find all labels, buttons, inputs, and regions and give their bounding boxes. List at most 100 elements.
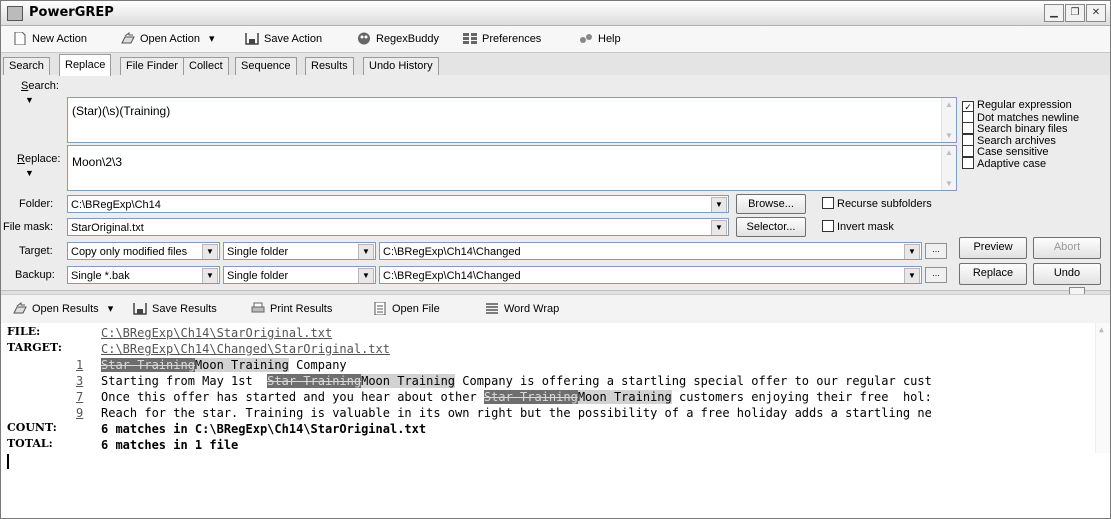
regexbuddy-button[interactable]: RegexBuddy	[357, 31, 439, 47]
count-label: COUNT:	[7, 421, 57, 434]
option-label: Adaptive case	[977, 157, 1047, 170]
line-text: Company	[288, 358, 347, 372]
line-number-link[interactable]: 3	[76, 373, 83, 389]
help-button[interactable]: Help	[579, 31, 621, 47]
preview-button[interactable]: Preview	[959, 237, 1027, 259]
print-results-label: Print Results	[270, 303, 333, 315]
replace-history-dropdown-icon[interactable]: ▼	[25, 168, 34, 178]
target-browse-button[interactable]: ...	[925, 243, 947, 259]
selector-button[interactable]: Selector...	[736, 217, 806, 237]
tab-results[interactable]: Results	[305, 57, 354, 75]
folder-label: Folder:	[19, 198, 54, 210]
result-line: Star TrainingMoon Training Company	[101, 357, 347, 373]
results-scrollbar[interactable]: ▲	[1095, 323, 1110, 453]
tab-collect[interactable]: Collect	[183, 57, 229, 75]
chevron-down-icon[interactable]: ▾	[209, 33, 215, 45]
save-icon	[133, 303, 147, 315]
search-history-dropdown-icon[interactable]: ▼	[25, 95, 34, 105]
replace-button[interactable]: Replace	[959, 263, 1027, 285]
file-path-link[interactable]: C:\BRegExp\Ch14\StarOriginal.txt	[101, 325, 332, 341]
save-action-button[interactable]: Save Action	[245, 31, 322, 47]
chevron-down-icon[interactable]: ▼	[904, 244, 920, 259]
search-scrollbar[interactable]: ▲ ▼	[941, 98, 956, 142]
folder-input[interactable]: C:\BRegExp\Ch14 ▼	[67, 195, 729, 213]
chevron-down-icon[interactable]: ▼	[202, 244, 218, 259]
tab-search[interactable]: Search	[3, 57, 50, 75]
open-action-button[interactable]: Open Action ▾	[121, 31, 215, 47]
results-pane[interactable]: FILE: C:\BRegExp\Ch14\StarOriginal.txt T…	[1, 323, 1110, 518]
backup-browse-button[interactable]: ...	[925, 267, 947, 283]
deleted-match: Star Training	[483, 390, 578, 404]
backup-path-value: C:\BRegExp\Ch14\Changed	[383, 270, 521, 282]
minimize-icon[interactable]: ▁	[1044, 4, 1064, 22]
line-text: Starting from May 1st	[101, 374, 268, 388]
checkbox-box	[962, 110, 974, 123]
chevron-down-icon[interactable]: ▾	[108, 303, 114, 315]
text-cursor	[7, 454, 9, 469]
target-folder-type-value: Single folder	[227, 246, 289, 258]
open-file-button[interactable]: Open File	[373, 301, 440, 317]
line-number-link[interactable]: 9	[76, 405, 83, 421]
backup-mode-select[interactable]: Single *.bak ▼	[67, 266, 220, 284]
checkbox-box	[962, 133, 974, 146]
replace-scrollbar[interactable]: ▲ ▼	[941, 146, 956, 190]
line-text: Company is offering a startling special …	[455, 374, 932, 388]
new-action-button[interactable]: New Action	[13, 31, 87, 47]
preferences-button[interactable]: Preferences	[463, 31, 541, 47]
save-action-label: Save Action	[264, 33, 323, 45]
option-checkbox[interactable]: Adaptive case	[962, 156, 1047, 170]
recurse-subfolders-label: Recurse subfolders	[837, 198, 932, 210]
print-results-button[interactable]: Print Results	[251, 301, 332, 317]
line-number-link[interactable]: 1	[76, 357, 83, 373]
invert-mask-label: Invert mask	[837, 221, 894, 233]
option-label: Regular expression	[977, 99, 1072, 111]
open-action-label: Open Action	[140, 33, 200, 45]
save-icon	[245, 33, 259, 45]
file-icon	[374, 302, 386, 315]
tab-sequence[interactable]: Sequence	[235, 57, 297, 75]
replace-text: Moon\2\3	[72, 155, 123, 169]
chevron-down-icon[interactable]: ▼	[358, 268, 374, 283]
result-line: Starting from May 1st Star TrainingMoon …	[101, 373, 932, 389]
invert-mask-checkbox[interactable]: Invert mask	[822, 220, 894, 233]
open-arrow-icon	[121, 32, 135, 44]
undo-button[interactable]: Undo	[1033, 263, 1101, 285]
restore-icon[interactable]: ❐	[1065, 4, 1085, 22]
open-results-button[interactable]: Open Results ▾	[13, 301, 113, 317]
tab-undo-history[interactable]: Undo History	[363, 57, 439, 75]
replacement-text: Moon Training	[577, 390, 672, 404]
search-input[interactable]: (Star)(\s)(Training) ▲ ▼	[67, 97, 957, 143]
tab-file-finder[interactable]: File Finder	[120, 57, 184, 75]
word-wrap-button[interactable]: Word Wrap	[485, 301, 559, 317]
abort-button[interactable]: Abort	[1033, 237, 1101, 259]
file-label: FILE:	[7, 325, 41, 338]
tab-strip: Search Replace File Finder Collect Seque…	[1, 53, 1110, 76]
app-icon	[7, 6, 23, 21]
tab-replace[interactable]: Replace	[59, 54, 112, 76]
replace-input[interactable]: Moon\2\3 ▲ ▼	[67, 145, 957, 191]
chevron-down-icon[interactable]: ▼	[711, 220, 727, 235]
line-number-link[interactable]: 7	[76, 389, 83, 405]
browse-button[interactable]: Browse...	[736, 194, 806, 214]
app-window: PowerGREP ▁ ❐ ✕ New Action Open Action ▾…	[0, 0, 1111, 519]
count-text: 6 matches in C:\BRegExp\Ch14\StarOrigina…	[101, 422, 427, 436]
file-mask-input[interactable]: StarOriginal.txt ▼	[67, 218, 729, 236]
target-folder-type-select[interactable]: Single folder ▼	[223, 242, 376, 260]
chevron-down-icon[interactable]: ▼	[904, 268, 920, 283]
target-path-input[interactable]: C:\BRegExp\Ch14\Changed ▼	[379, 242, 922, 260]
chevron-down-icon[interactable]: ▼	[202, 268, 218, 283]
save-results-button[interactable]: Save Results	[133, 301, 217, 317]
chevron-down-icon[interactable]: ▼	[711, 197, 727, 212]
preferences-icon	[463, 33, 477, 44]
backup-folder-type-select[interactable]: Single folder ▼	[223, 266, 376, 284]
chevron-down-icon[interactable]: ▼	[358, 244, 374, 259]
search-label: Search:	[21, 80, 59, 92]
open-file-label: Open File	[392, 303, 440, 315]
search-text: (Star)(\s)(Training)	[72, 104, 171, 118]
open-results-label: Open Results	[32, 303, 99, 315]
backup-path-input[interactable]: C:\BRegExp\Ch14\Changed ▼	[379, 266, 922, 284]
target-mode-select[interactable]: Copy only modified files ▼	[67, 242, 220, 260]
target-path-link[interactable]: C:\BRegExp\Ch14\Changed\StarOriginal.txt	[101, 341, 390, 357]
close-icon[interactable]: ✕	[1086, 4, 1106, 22]
recurse-subfolders-checkbox[interactable]: Recurse subfolders	[822, 197, 932, 210]
